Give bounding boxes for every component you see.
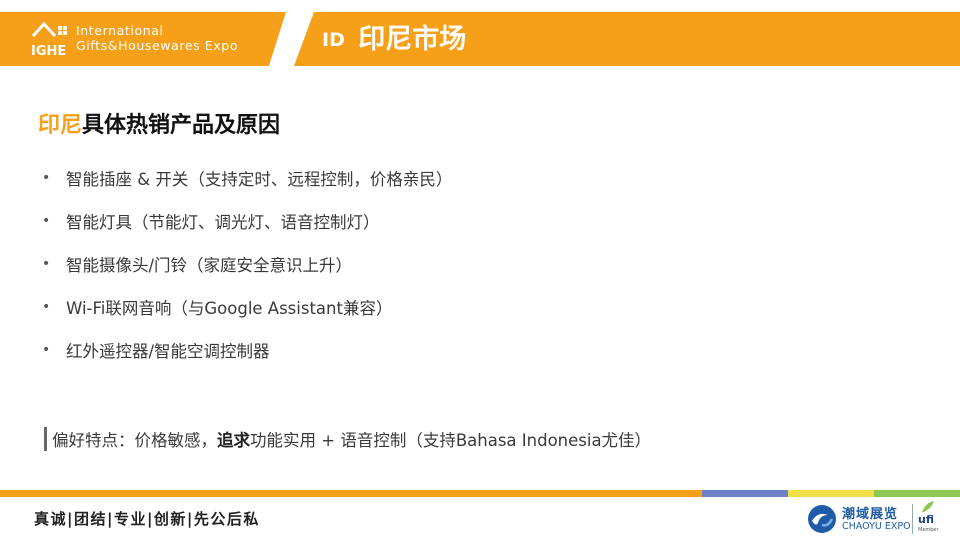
preference-bar-icon xyxy=(44,427,47,451)
brand-name-en: CHAOYU EXPO xyxy=(842,521,911,532)
logo-line-1: International xyxy=(76,23,164,38)
list-item: • 智能灯具（节能灯、调光灯、语音控制灯） xyxy=(42,199,452,242)
preference-note: 偏好特点：价格敏感， 追求 功能实用 + 语音控制（支持Bahasa Indones… xyxy=(44,426,651,452)
list-item-text: 红外遥控器/智能空调控制器 xyxy=(66,341,270,361)
footer-stripe-blue xyxy=(702,490,788,497)
ighe-logo-icon: IGHE xyxy=(31,21,67,58)
brand-name-cn: 潮域展览 xyxy=(842,507,899,522)
header-banner: IGHE International Gifts&Housewares Expo… xyxy=(0,0,960,66)
page-title-text: 印尼市场 xyxy=(358,24,467,55)
footer-stripe-yellow xyxy=(788,490,874,497)
footer-slogan: 真诚|团结|专业|创新|先公后私 xyxy=(34,510,260,528)
ufi-text: ufi xyxy=(918,513,934,526)
country-code: ID xyxy=(322,29,345,51)
list-item-text: Wi-Fi联网音响（与Google Assistant兼容） xyxy=(66,298,393,318)
section-title-rest: 具体热销产品及原因 xyxy=(82,113,281,138)
list-item: • 智能插座 & 开关（支持定时、远程控制，价格亲民） xyxy=(42,156,452,199)
product-list: • 智能插座 & 开关（支持定时、远程控制，价格亲民） • 智能灯具（节能灯、调… xyxy=(42,156,452,371)
list-item: • Wi-Fi联网音响（与Google Assistant兼容） xyxy=(42,285,452,328)
bullet-icon: • xyxy=(42,212,51,229)
logo-abbr: IGHE xyxy=(31,44,66,58)
preference-lead: 偏好特点：价格敏感， xyxy=(52,431,217,450)
bullet-icon: • xyxy=(42,255,51,272)
bullet-icon: • xyxy=(42,169,51,186)
section-title-accent: 印尼 xyxy=(38,113,83,138)
logo-line-2: Gifts&Housewares Expo xyxy=(76,38,239,53)
logo-wordmark: International Gifts&Housewares Expo xyxy=(76,23,238,53)
bullet-icon: • xyxy=(42,298,51,315)
ufi-leaf-icon xyxy=(922,501,934,512)
ufi-logo: ufi Member xyxy=(918,500,942,536)
chaoyu-logo-icon xyxy=(808,505,836,533)
list-item-text: 智能插座 & 开关（支持定时、远程控制，价格亲民） xyxy=(66,169,453,189)
list-item-text: 智能灯具（节能灯、调光灯、语音控制灯） xyxy=(66,212,380,232)
footer-stripe-green xyxy=(874,490,960,497)
preference-emphasis: 追求 xyxy=(217,431,250,450)
list-item-text: 智能摄像头/门铃（家庭安全意识上升） xyxy=(66,255,353,275)
chaoyu-brand: 潮域展览 CHAOYU EXPO xyxy=(806,501,916,537)
preference-rest: 功能实用 + 语音控制（支持Bahasa Indonesia尤佳） xyxy=(250,431,652,450)
section-title: 印尼具体热销产品及原因 xyxy=(38,107,280,139)
ufi-subtext: Member xyxy=(918,527,939,533)
footer-stripe-orange xyxy=(0,490,702,497)
list-item: • 红外遥控器/智能空调控制器 xyxy=(42,328,452,371)
page-title: ID 印尼市场 xyxy=(322,22,466,58)
brand-divider xyxy=(912,504,913,534)
list-item: • 智能摄像头/门铃（家庭安全意识上升） xyxy=(42,242,452,285)
bullet-icon: • xyxy=(42,341,51,358)
